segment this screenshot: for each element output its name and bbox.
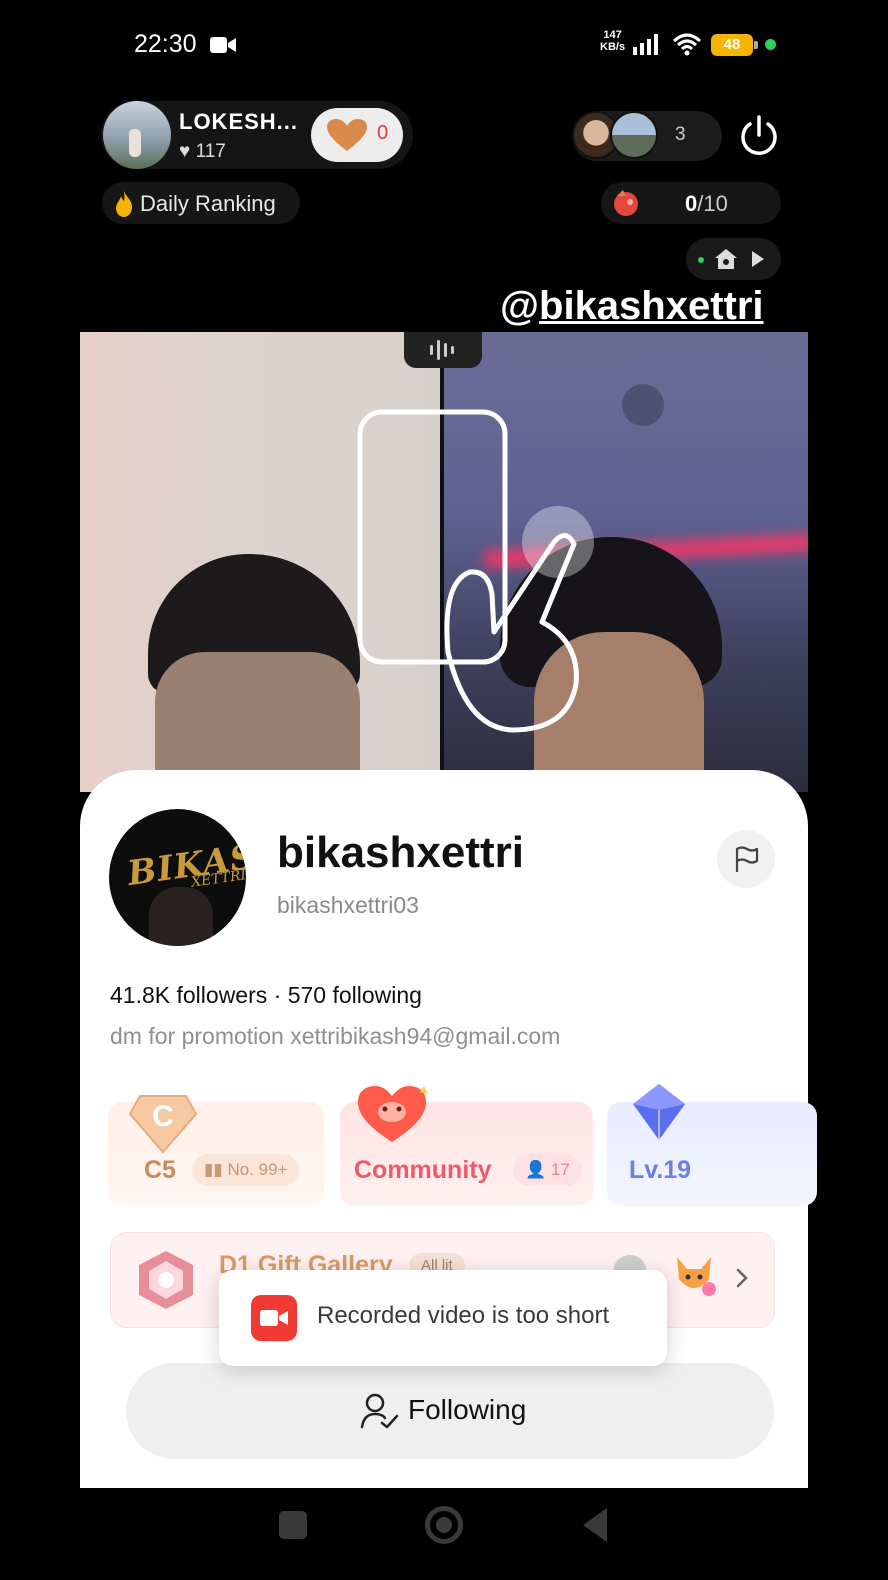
power-icon[interactable]	[738, 115, 780, 157]
battery-icon: 48	[711, 34, 758, 56]
video-camera-icon	[251, 1295, 297, 1341]
host-likes: ♥ 117	[179, 141, 226, 162]
room-mini-controls[interactable]	[686, 238, 781, 280]
play-icon[interactable]	[750, 250, 766, 268]
username-watermark: @bikashxettri	[500, 284, 764, 328]
heart-count: 0	[377, 122, 389, 144]
avatar-figure	[149, 887, 213, 946]
level-badge-card[interactable]: Lv.19	[607, 1084, 817, 1206]
toast-message: Recorded video is too short	[317, 1302, 610, 1329]
home-circle-icon[interactable]	[425, 1506, 463, 1544]
goal-count: 0/10	[685, 191, 728, 216]
fire-icon	[116, 191, 132, 217]
fox-gift-icon	[677, 1257, 716, 1296]
profile-display-name: bikashxettri	[277, 828, 524, 877]
community-label: Community	[354, 1156, 492, 1184]
daily-ranking-label: Daily Ranking	[140, 191, 276, 216]
follower-stats[interactable]: 41.8K followers · 570 following	[110, 982, 422, 1009]
viewer-count: 3	[675, 124, 686, 145]
home-icon[interactable]	[714, 247, 738, 271]
status-bar: 22:30 147 KB/s 48	[0, 0, 888, 90]
heart-mascot-icon	[358, 1086, 428, 1142]
flag-icon	[735, 846, 759, 872]
goal-icon	[614, 190, 638, 216]
profile-sheet: BIKASH XETTRI bikashxettri bikashxettri0…	[80, 770, 817, 1488]
network-speed: 147 KB/s	[600, 29, 626, 53]
send-heart-button[interactable]: 0	[311, 108, 403, 162]
host-avatar[interactable]	[103, 101, 171, 169]
video-camera-glyph	[260, 1310, 288, 1326]
c5-label: C5	[144, 1156, 176, 1184]
chevron-right-icon	[736, 1268, 748, 1288]
gift-gallery-icon	[139, 1251, 193, 1309]
host-info-pill[interactable]: LOKESH... ♥ 117 0	[101, 101, 413, 169]
community-member-count: 👤 17	[513, 1154, 582, 1186]
diamond-c-icon: C	[128, 1095, 198, 1154]
small-heart-icon: ♥	[179, 141, 191, 162]
live-dot	[698, 257, 704, 263]
svg-text:C: C	[152, 1100, 174, 1133]
profile-bio: dm for promotion xettribikash94@gmail.co…	[110, 1023, 561, 1049]
signal-icon	[633, 34, 658, 55]
bar-chart-icon: ▮▮	[204, 1160, 228, 1179]
status-time: 22:30	[134, 30, 197, 58]
back-icon[interactable]	[583, 1508, 607, 1542]
system-nav-bar	[0, 1488, 888, 1580]
community-badge-card[interactable]: Community 👤 17	[340, 1086, 593, 1206]
badge-row: C C5 ▮▮ No. 99+ Community 👤 17 Lv.19	[108, 1084, 817, 1210]
crystal-icon	[633, 1084, 685, 1140]
c5-rank: ▮▮ No. 99+	[192, 1154, 300, 1186]
toast-notification: Recorded video is too short	[219, 1270, 667, 1366]
heart-icon	[327, 119, 367, 151]
following-button[interactable]: Following	[126, 1363, 774, 1459]
charging-indicator	[765, 39, 776, 50]
c5-badge-card[interactable]: C C5 ▮▮ No. 99+	[108, 1095, 324, 1206]
following-label: Following	[408, 1394, 527, 1425]
tap-gesture-icon	[357, 409, 594, 733]
recents-icon[interactable]	[279, 1511, 307, 1539]
profile-avatar[interactable]: BIKASH XETTRI	[109, 809, 246, 946]
person-check-icon	[360, 1393, 399, 1429]
wifi-icon	[672, 33, 702, 56]
viewer-list[interactable]: 3	[572, 111, 722, 161]
person-icon: 👤	[525, 1160, 551, 1179]
goal-progress[interactable]: 0/10	[601, 182, 781, 224]
camera-icon	[210, 37, 236, 53]
live-video-split[interactable]	[80, 332, 808, 792]
viewer-avatar[interactable]	[610, 111, 658, 159]
profile-username: bikashxettri03	[277, 892, 419, 918]
level-label: Lv.19	[629, 1156, 692, 1184]
host-name: LOKESH...	[179, 109, 299, 134]
daily-ranking-button[interactable]: Daily Ranking	[102, 182, 300, 224]
report-button[interactable]	[717, 830, 775, 888]
